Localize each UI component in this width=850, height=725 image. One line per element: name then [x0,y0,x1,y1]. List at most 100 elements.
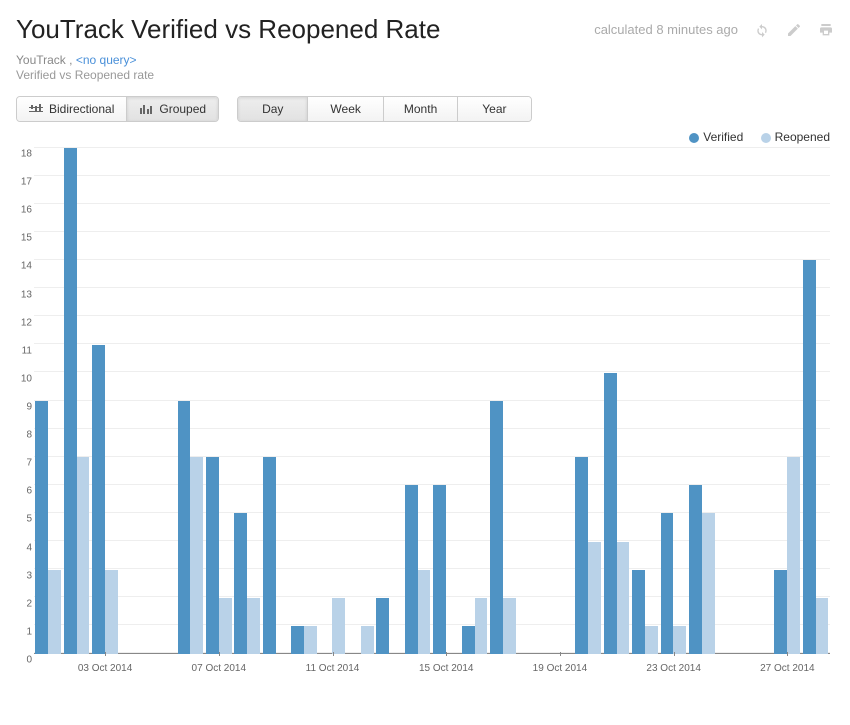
verified-bar[interactable] [35,401,48,654]
controls-row: Bidirectional Grouped Day Week Month Yea… [0,82,850,130]
month-button[interactable]: Month [384,97,458,121]
y-tick-label: 18 [8,149,32,160]
report-header: YouTrack Verified vs Reopened Rate calcu… [0,0,850,82]
verified-bar[interactable] [291,626,304,654]
verified-bar[interactable] [490,401,503,654]
bar-group [176,148,204,654]
bar-group [148,148,176,654]
verified-bar[interactable] [575,457,588,654]
report-subtitle: Verified vs Reopened rate [16,68,834,82]
reopened-bar[interactable] [503,598,516,654]
y-tick-label: 17 [8,177,32,188]
x-tick-mark [787,652,788,656]
reopened-bar[interactable] [219,598,232,654]
verified-bar[interactable] [376,598,389,654]
reopened-bar[interactable] [332,598,345,654]
grouped-button[interactable]: Grouped [127,97,218,121]
y-tick-label: 10 [8,373,32,384]
chart-legend: Verified Reopened [0,130,850,148]
reopened-bar[interactable] [190,457,203,654]
page-title: YouTrack Verified vs Reopened Rate [16,14,440,45]
bar-group [290,148,318,654]
time-range-toggle: Day Week Month Year [237,96,531,122]
bar-group [233,148,261,654]
x-tick-mark [674,652,675,656]
reopened-bar[interactable] [247,598,260,654]
verified-bar[interactable] [263,457,276,654]
verified-bar[interactable] [774,570,787,654]
bar-group [489,148,517,654]
verified-bar[interactable] [433,485,446,654]
bar-group [347,148,375,654]
status-bar: calculated 8 minutes ago [594,22,834,38]
bar-group [659,148,687,654]
bar-group [432,148,460,654]
y-tick-label: 5 [8,514,32,525]
grouped-label: Grouped [159,102,206,116]
bar-group [375,148,403,654]
x-tick-mark [446,652,447,656]
verified-bar[interactable] [803,260,816,654]
bidirectional-button[interactable]: Bidirectional [17,97,127,121]
bar-group [318,148,346,654]
edit-icon[interactable] [786,22,802,38]
reopened-bar[interactable] [588,542,601,654]
verified-bar[interactable] [206,457,219,654]
verified-bar[interactable] [405,485,418,654]
reopened-bar[interactable] [77,457,90,654]
reopened-bar[interactable] [673,626,686,654]
verified-bar[interactable] [689,485,702,654]
verified-bar[interactable] [234,513,247,654]
print-icon[interactable] [818,22,834,38]
verified-swatch [689,133,699,143]
reopened-bar[interactable] [787,457,800,654]
year-button[interactable]: Year [458,97,530,121]
reopened-bar[interactable] [105,570,118,654]
reopened-bar[interactable] [48,570,61,654]
x-tick-mark [219,652,220,656]
y-tick-label: 9 [8,402,32,413]
x-tick-label: 27 Oct 2014 [760,663,814,674]
week-button[interactable]: Week [308,97,383,121]
x-tick-label: 19 Oct 2014 [533,663,587,674]
reopened-bar[interactable] [304,626,317,654]
bar-group [631,148,659,654]
verified-bar[interactable] [604,373,617,654]
reopened-bar[interactable] [617,542,630,654]
bar-group [574,148,602,654]
chart-type-toggle: Bidirectional Grouped [16,96,219,122]
reopened-bar[interactable] [702,513,715,654]
bar-group [517,148,545,654]
y-tick-label: 4 [8,542,32,553]
reopened-bar[interactable] [645,626,658,654]
reopened-bar[interactable] [816,598,829,654]
y-tick-label: 16 [8,205,32,216]
y-tick-label: 15 [8,233,32,244]
verified-bar[interactable] [661,513,674,654]
y-tick-label: 3 [8,570,32,581]
bar-group [119,148,147,654]
refresh-icon[interactable] [754,22,770,38]
breadcrumb-query[interactable]: <no query> [76,53,137,67]
bar-group [205,148,233,654]
y-tick-label: 13 [8,289,32,300]
breadcrumb: YouTrack , <no query> [16,53,834,67]
verified-bar[interactable] [462,626,475,654]
verified-bar[interactable] [178,401,191,654]
verified-bar[interactable] [632,570,645,654]
bidirectional-icon [29,104,43,114]
reopened-bar[interactable] [418,570,431,654]
bar-group [801,148,829,654]
reopened-bar[interactable] [361,626,374,654]
grouped-icon [139,104,153,114]
verified-bar[interactable] [92,345,105,654]
y-tick-label: 6 [8,486,32,497]
bar-group [745,148,773,654]
x-tick-label: 23 Oct 2014 [646,663,700,674]
verified-bar[interactable] [64,148,77,654]
bar-group [546,148,574,654]
day-button[interactable]: Day [238,97,308,121]
bar-group [460,148,488,654]
reopened-bar[interactable] [475,598,488,654]
y-tick-label: 11 [8,345,32,356]
